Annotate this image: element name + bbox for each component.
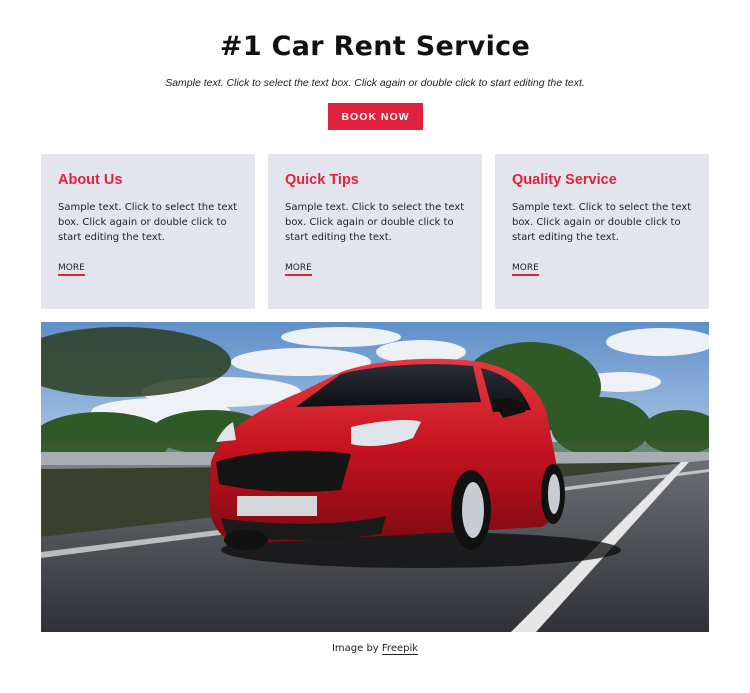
hero-car-image [41, 322, 709, 632]
card-quality-service: Quality Service Sample text. Click to se… [495, 154, 709, 309]
more-link[interactable]: MORE [58, 263, 85, 276]
image-credit: Image by Freepik [0, 643, 750, 655]
more-link[interactable]: MORE [285, 263, 312, 276]
page-subtitle: Sample text. Click to select the text bo… [165, 77, 585, 89]
credit-prefix: Image by [331, 643, 379, 654]
card-about-us: About Us Sample text. Click to select th… [41, 154, 255, 309]
freepik-link[interactable]: Freepik [381, 643, 419, 655]
card-text: Sample text. Click to select the text bo… [285, 202, 465, 243]
card-title: Quick Tips [285, 172, 359, 188]
page-title: #1 Car Rent Service [219, 31, 531, 62]
more-link[interactable]: MORE [512, 263, 539, 276]
card-quick-tips: Quick Tips Sample text. Click to select … [268, 154, 482, 309]
card-text: Sample text. Click to select the text bo… [58, 202, 238, 243]
card-text: Sample text. Click to select the text bo… [512, 202, 692, 243]
card-title: Quality Service [512, 172, 617, 188]
book-now-button[interactable]: BOOK NOW [328, 103, 423, 130]
card-title: About Us [58, 172, 123, 188]
